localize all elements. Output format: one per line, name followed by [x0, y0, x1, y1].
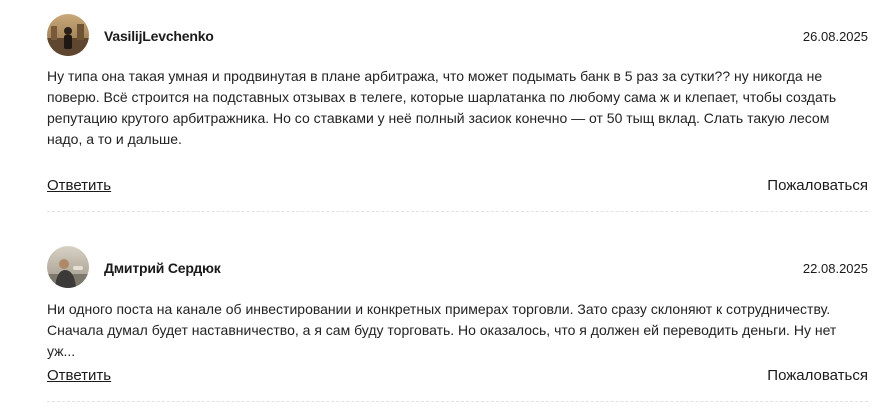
avatar: [47, 14, 89, 56]
divider: [47, 211, 868, 212]
comment-author: VasilijLevchenko: [104, 28, 214, 44]
comment: Дмитрий Сердюк 22.08.2025: [47, 246, 868, 290]
comment: VasilijLevchenko 26.08.2025: [47, 14, 868, 58]
report-button[interactable]: Пожаловаться: [767, 177, 868, 194]
divider: [47, 401, 868, 402]
comment-author: Дмитрий Сердюк: [104, 260, 221, 276]
comment-date: 26.08.2025: [802, 29, 868, 44]
comment-actions: Ответить Пожаловаться: [47, 177, 868, 197]
comment-text: Ну типа она такая умная и продвинутая в …: [47, 68, 837, 147]
comment-date: 22.08.2025: [802, 261, 868, 276]
comment-header: Дмитрий Сердюк 22.08.2025: [47, 246, 868, 290]
reply-button[interactable]: Ответить: [47, 177, 111, 194]
avatar: [47, 246, 89, 288]
user-photo-icon: [47, 14, 89, 56]
comment-actions: Ответить Пожаловаться: [47, 367, 868, 387]
user-photo-icon: [47, 246, 89, 288]
report-button[interactable]: Пожаловаться: [767, 367, 868, 384]
comment-header: VasilijLevchenko 26.08.2025: [47, 14, 868, 58]
reply-button[interactable]: Ответить: [47, 367, 111, 384]
comment-text: Ни одного поста на канале об инвестирова…: [47, 301, 837, 359]
